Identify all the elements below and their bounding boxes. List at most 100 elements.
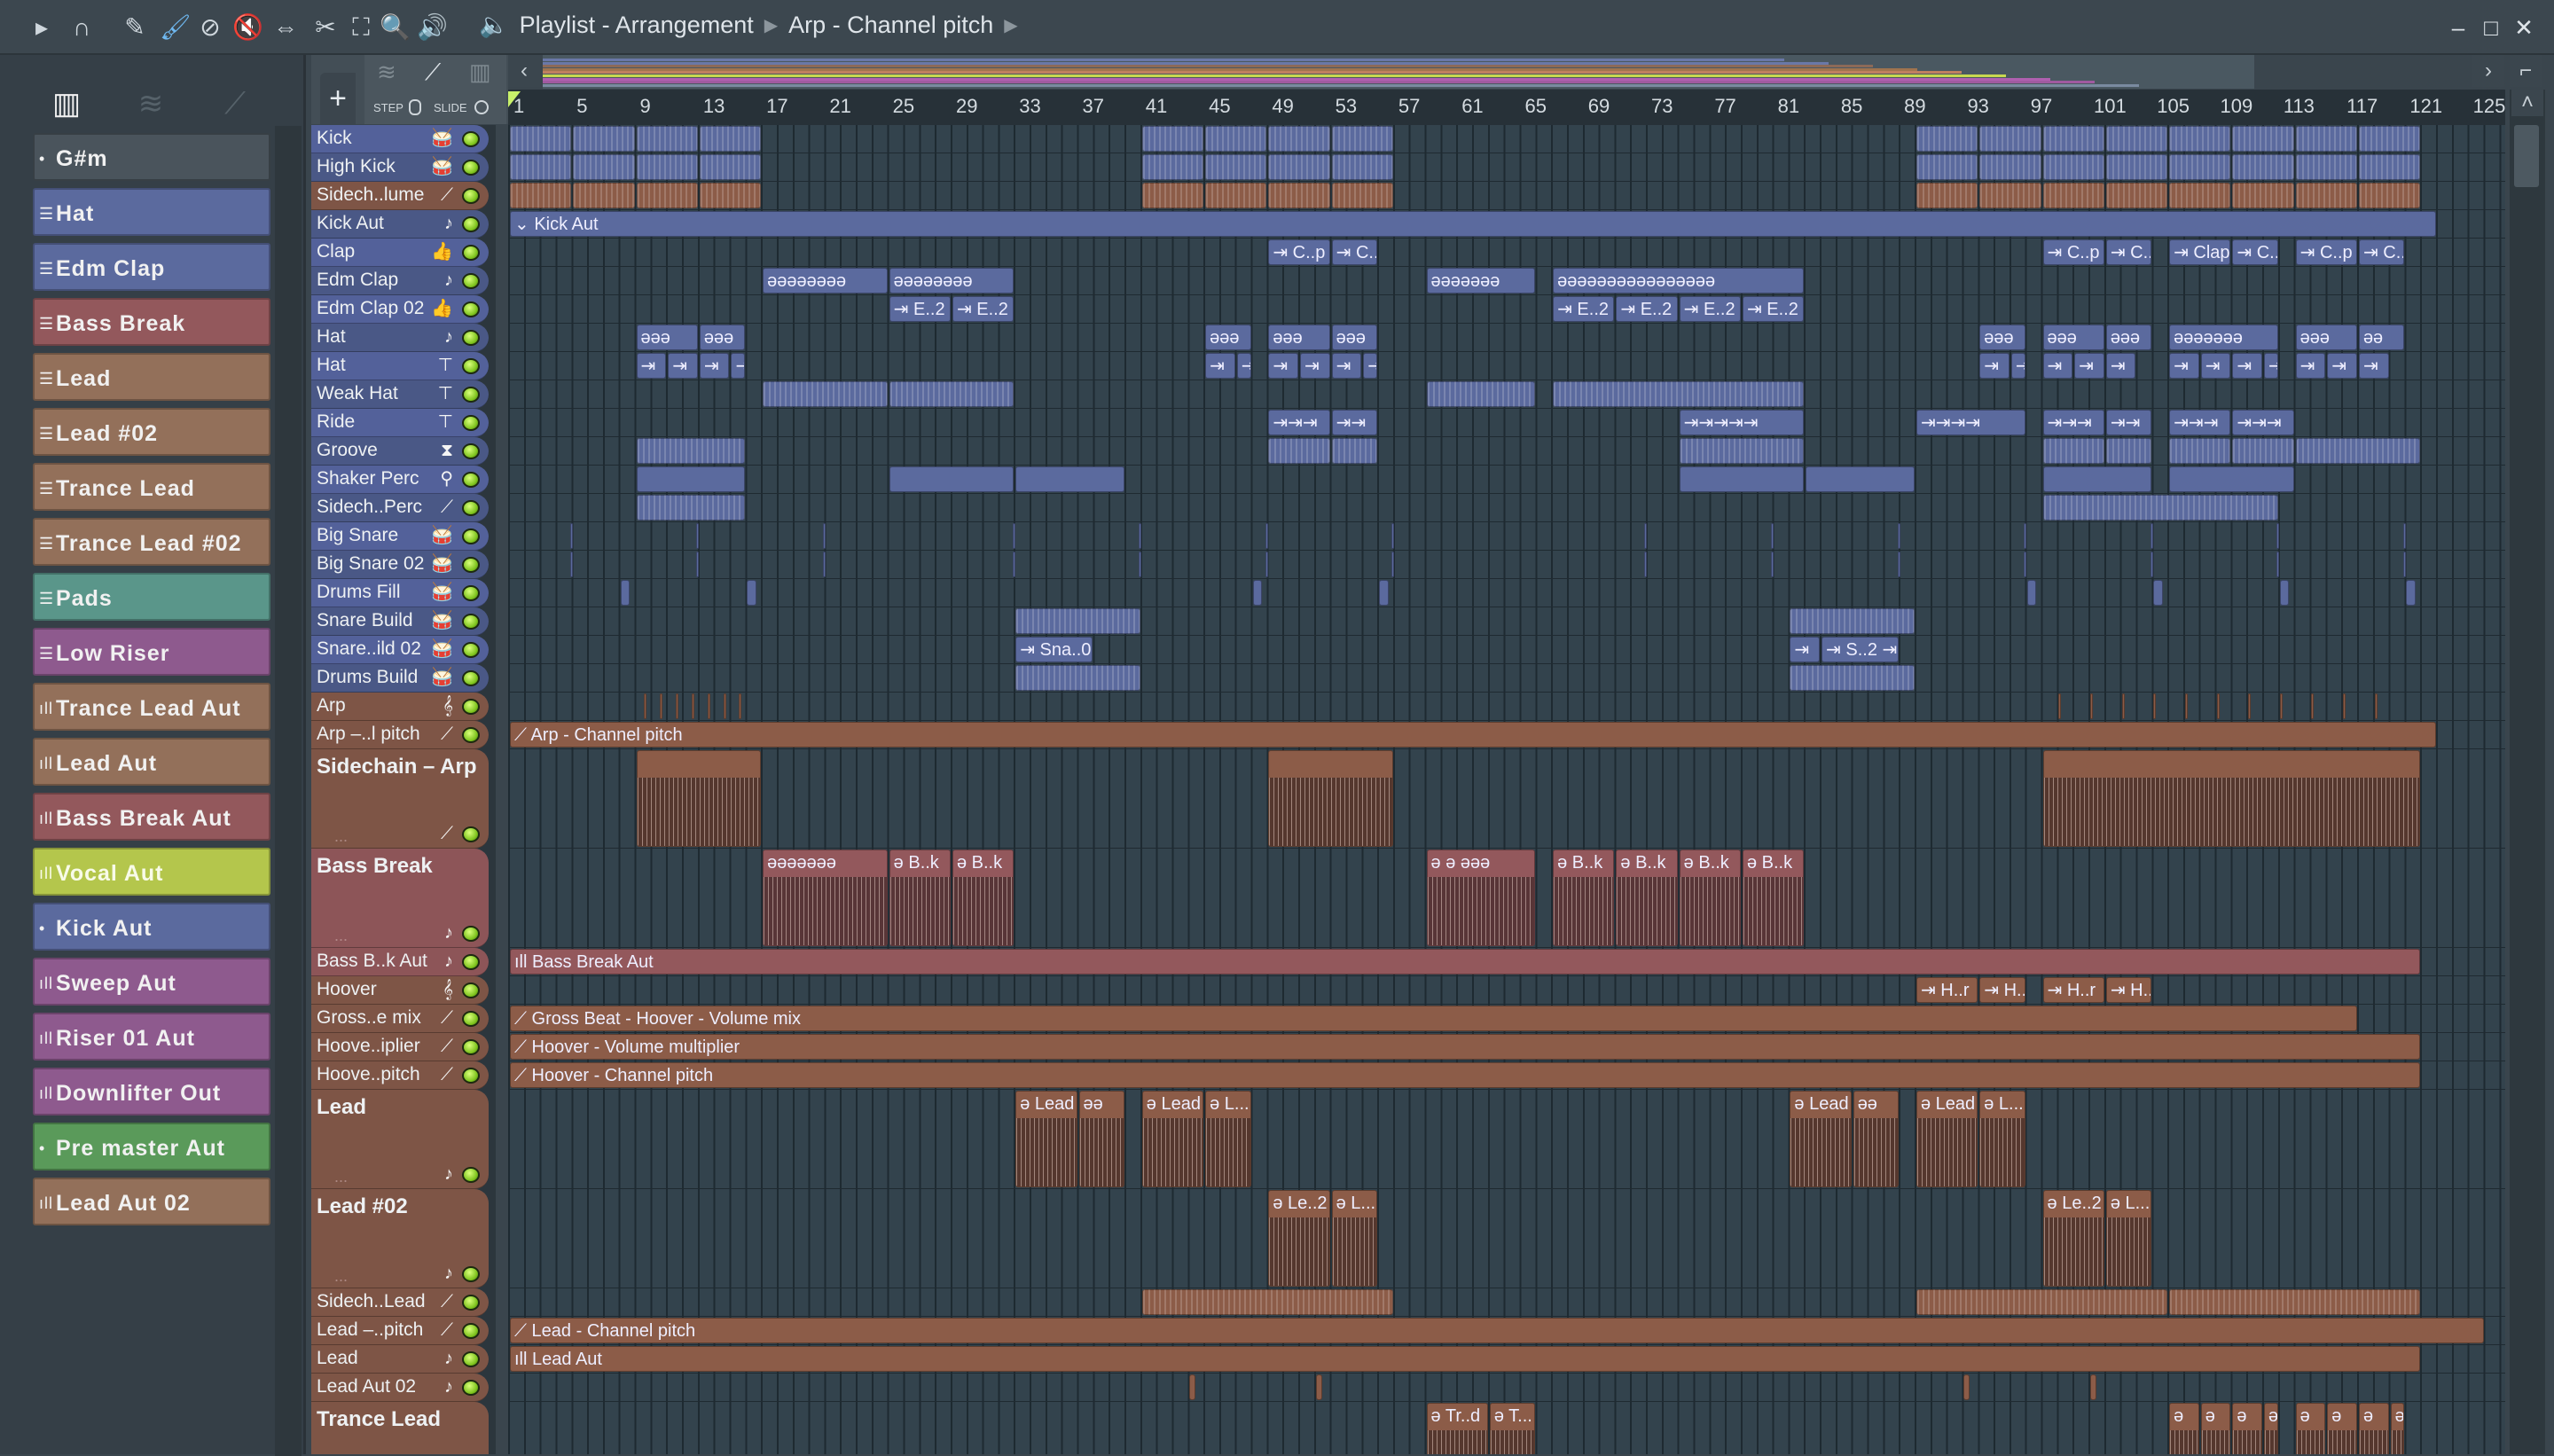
clip[interactable] (2343, 693, 2346, 719)
clip[interactable]: ⇥⇥⇥ (1268, 410, 1330, 435)
clip[interactable]: ǝ (2358, 1403, 2389, 1454)
track-name[interactable]: Lead Aut 02 (317, 1376, 416, 1397)
select-icon[interactable]: ⛶ (346, 12, 376, 43)
clip[interactable] (2402, 523, 2406, 549)
clip[interactable] (2090, 1374, 2096, 1400)
clip[interactable]: ǝǝǝ (1979, 325, 2025, 350)
track-mute-led[interactable] (462, 557, 480, 573)
track-name[interactable]: Hoover (317, 979, 377, 1000)
track-mute-led[interactable] (462, 1039, 480, 1055)
track-name[interactable]: Weak Hat (317, 383, 398, 404)
clip[interactable]: ⇥⇥⇥ (2232, 410, 2294, 435)
clip[interactable]: ⇥⇥⇥ (2042, 410, 2104, 435)
clip[interactable] (747, 580, 756, 606)
clip[interactable]: ǝ B..k (952, 849, 1015, 946)
clip[interactable]: ǝǝǝ (1331, 325, 1378, 350)
browser-item[interactable]: ıll Lead Aut (33, 738, 270, 786)
clip[interactable]: ⇥ C.. (2358, 239, 2405, 265)
track-header[interactable]: Lead ♪ (311, 1345, 489, 1374)
clip[interactable]: ⟋ Gross Beat - Hoover - Volume mix (510, 1006, 2357, 1031)
scrollbar-thumb[interactable] (2514, 125, 2539, 187)
clip[interactable] (1379, 580, 1389, 606)
maximize-icon[interactable]: □ (2476, 12, 2506, 43)
clip[interactable]: ǝǝ (1853, 1091, 1900, 1187)
clip[interactable]: ⇥ E..2 (1616, 296, 1678, 322)
clip[interactable] (2374, 693, 2378, 719)
clip[interactable]: ⇥ H.. (1979, 977, 2025, 1003)
clip[interactable]: ǝǝ (2358, 325, 2405, 350)
clip[interactable] (1205, 183, 1267, 208)
track-name[interactable]: Sidechain – Arp (317, 755, 477, 779)
track-mute-led[interactable] (462, 358, 480, 374)
clip[interactable]: ǝ Le..2 (2042, 1190, 2104, 1287)
track-mute-led[interactable] (462, 1380, 480, 1396)
clip[interactable]: ⇥⇥ (1331, 410, 1378, 435)
play-arrow-icon[interactable]: ▸ (27, 12, 57, 43)
clip[interactable] (889, 381, 1015, 407)
clip[interactable] (2169, 1289, 2421, 1315)
clip[interactable] (1979, 183, 2041, 208)
track-name[interactable]: Bass B..k Aut (317, 951, 427, 972)
track-mute-led[interactable] (462, 472, 480, 488)
clip[interactable] (2169, 466, 2294, 492)
clip[interactable]: ⇥ (2010, 353, 2025, 379)
track-name[interactable]: Hat (317, 355, 346, 376)
clip[interactable]: ǝ (2232, 1403, 2262, 1454)
clip[interactable] (699, 126, 762, 152)
clip[interactable] (1012, 552, 1015, 577)
clip[interactable] (2279, 693, 2283, 719)
track-name[interactable]: Bass Break (317, 854, 433, 879)
track-header[interactable]: Edm Clap 02 👍 (311, 295, 489, 324)
clip[interactable] (2232, 438, 2294, 464)
clip[interactable]: ⟋ Lead - Channel pitch (510, 1318, 2484, 1343)
track-header[interactable]: Arp –..l pitch ⟋ (311, 721, 489, 749)
track-mute-led[interactable] (462, 1266, 480, 1282)
clip[interactable] (822, 552, 826, 577)
clip[interactable] (2169, 438, 2231, 464)
clip[interactable]: ⇥ (2200, 353, 2231, 379)
clip[interactable] (696, 523, 700, 549)
track-name[interactable]: Clap (317, 241, 355, 262)
clip[interactable] (1916, 126, 1978, 152)
clip[interactable] (2295, 126, 2357, 152)
clip[interactable] (2042, 183, 2104, 208)
clip[interactable] (1916, 183, 1978, 208)
track-name[interactable]: Groove (317, 440, 378, 461)
clip[interactable] (1268, 154, 1330, 180)
track-mute-led[interactable] (462, 528, 480, 544)
clip[interactable] (1679, 438, 1805, 464)
track-header[interactable]: Sidech..Perc ⟋ (311, 494, 489, 522)
clip[interactable] (1189, 1374, 1196, 1400)
clip[interactable] (2150, 523, 2153, 549)
track-name[interactable]: Drums Build (317, 667, 418, 688)
clip[interactable] (2042, 495, 2278, 521)
zoom-handle[interactable]: ⌐ (2510, 55, 2542, 87)
clip[interactable] (2105, 438, 2152, 464)
track-name[interactable]: Sidech..lume (317, 184, 424, 206)
track-header[interactable]: High Kick 🥁 (311, 153, 489, 182)
clip[interactable] (636, 466, 746, 492)
track-header[interactable]: Hoove..iplier ⟋ (311, 1033, 489, 1061)
clip[interactable] (2232, 126, 2294, 152)
track-mute-led[interactable] (462, 727, 480, 743)
track-name[interactable]: Snare..ild 02 (317, 638, 421, 660)
clip[interactable]: ⇥ (2169, 353, 2199, 379)
zoom-icon[interactable]: 🔍 (380, 12, 411, 43)
clip[interactable] (1391, 523, 1395, 549)
playback-icon[interactable]: 🔊 (417, 12, 448, 43)
clip[interactable]: ǝ B..k (1742, 849, 1805, 946)
clip[interactable] (510, 126, 572, 152)
clip[interactable]: ⇥ (1979, 353, 2010, 379)
clip[interactable] (1331, 438, 1378, 464)
clip[interactable]: ⇥ (2327, 353, 2357, 379)
clip[interactable]: ⇥ E..2 (1679, 296, 1741, 322)
browser-item[interactable]: ☰ Low Riser (33, 628, 270, 676)
track-mute-led[interactable] (462, 273, 480, 289)
clip[interactable]: ǝǝǝǝǝǝǝ (2169, 325, 2278, 350)
clip[interactable] (1916, 1289, 2168, 1315)
track-name[interactable]: Lead #02 (317, 1194, 408, 1219)
clip[interactable] (510, 183, 572, 208)
clip[interactable] (1790, 608, 1915, 634)
track-mute-led[interactable] (462, 216, 480, 232)
speaker-icon[interactable]: 🔈 (479, 11, 509, 39)
